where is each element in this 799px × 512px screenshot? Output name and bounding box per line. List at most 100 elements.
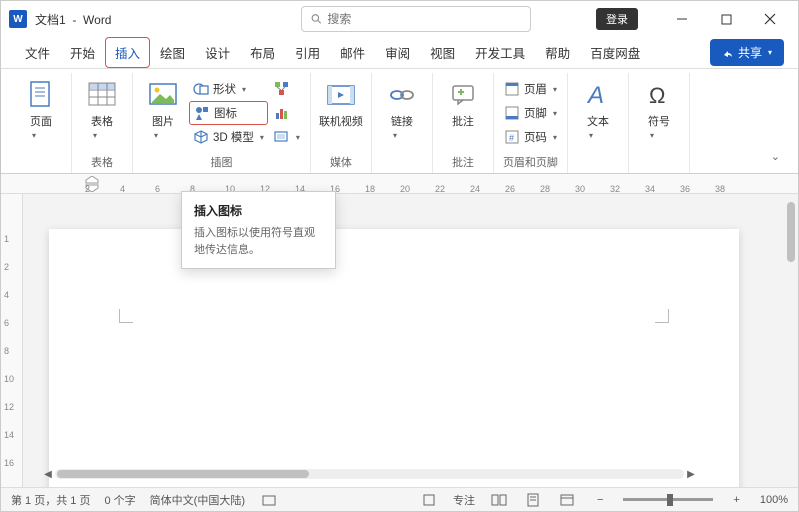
pictures-button[interactable]: 图片▾ bbox=[139, 77, 187, 143]
menu-百度网盘[interactable]: 百度网盘 bbox=[580, 37, 650, 68]
share-icon bbox=[722, 47, 734, 59]
document-title: 文档1 - Word bbox=[35, 11, 111, 28]
minimize-button[interactable] bbox=[662, 4, 702, 34]
margin-corner-icon bbox=[655, 309, 669, 323]
status-language[interactable]: 简体中文(中国大陆) bbox=[150, 492, 245, 508]
group-label-comments: 批注 bbox=[452, 151, 474, 173]
focus-icon[interactable] bbox=[419, 492, 439, 508]
symbol-icon: Ω bbox=[643, 79, 675, 111]
search-icon bbox=[310, 12, 323, 26]
pages-button[interactable]: 页面▾ bbox=[17, 77, 65, 143]
screenshot-icon bbox=[274, 129, 290, 145]
table-icon bbox=[86, 79, 118, 111]
screenshot-button[interactable]: ▾ bbox=[270, 125, 304, 149]
shapes-icon bbox=[193, 81, 209, 97]
3d-model-button[interactable]: 3D 模型▾ bbox=[189, 125, 268, 149]
scrollbar-thumb[interactable] bbox=[787, 202, 795, 262]
menu-绘图[interactable]: 绘图 bbox=[150, 37, 195, 68]
scroll-left-icon[interactable]: ◀ bbox=[41, 469, 55, 480]
word-app-icon: W bbox=[9, 10, 27, 28]
text-icon: A bbox=[582, 79, 614, 111]
header-icon bbox=[504, 81, 520, 97]
page-number-button[interactable]: #页码▾ bbox=[500, 125, 561, 149]
shapes-button[interactable]: 形状▾ bbox=[189, 77, 268, 101]
text-button[interactable]: A 文本▾ bbox=[574, 77, 622, 143]
scroll-right-icon[interactable]: ▶ bbox=[684, 469, 698, 480]
web-layout-icon[interactable] bbox=[557, 492, 577, 508]
icons-icon bbox=[194, 105, 210, 121]
document-area: 1246810121416 ◀ ▶ bbox=[1, 194, 798, 487]
status-page[interactable]: 第 1 页，共 1 页 bbox=[11, 492, 90, 508]
status-focus[interactable]: 专注 bbox=[453, 492, 475, 508]
menu-帮助[interactable]: 帮助 bbox=[535, 37, 580, 68]
menu-设计[interactable]: 设计 bbox=[195, 37, 240, 68]
group-label-links bbox=[400, 155, 403, 173]
title-bar: W 文档1 - Word 登录 bbox=[1, 1, 798, 37]
ribbon-collapse-button[interactable]: ⌄ bbox=[761, 139, 788, 173]
tooltip-title: 插入图标 bbox=[194, 202, 323, 219]
group-label-illustrations: 插图 bbox=[210, 151, 232, 173]
print-layout-icon[interactable] bbox=[523, 492, 543, 508]
zoom-level[interactable]: 100% bbox=[760, 494, 788, 506]
menu-布局[interactable]: 布局 bbox=[240, 37, 285, 68]
ribbon: 页面▾ 表格▾ 表格 图片▾ 形状▾ 图标 3D 模型▾ bbox=[1, 69, 798, 174]
status-bar: 第 1 页，共 1 页 0 个字 简体中文(中国大陆) 专注 − + 100% bbox=[1, 487, 798, 511]
symbols-button[interactable]: Ω 符号▾ bbox=[635, 77, 683, 143]
vertical-scrollbar[interactable] bbox=[786, 202, 796, 457]
zoom-slider[interactable] bbox=[623, 498, 713, 501]
header-button[interactable]: 页眉▾ bbox=[500, 77, 561, 101]
footer-icon bbox=[504, 105, 520, 121]
read-mode-icon[interactable] bbox=[489, 492, 509, 508]
menu-开发工具[interactable]: 开发工具 bbox=[465, 37, 535, 68]
menu-bar: 文件开始插入绘图设计布局引用邮件审阅视图开发工具帮助百度网盘 共享▾ bbox=[1, 37, 798, 69]
cube-icon bbox=[193, 129, 209, 145]
horizontal-scrollbar[interactable]: ◀ ▶ bbox=[41, 467, 698, 481]
links-button[interactable]: 链接▾ bbox=[378, 77, 426, 143]
zoom-out-button[interactable]: − bbox=[591, 494, 609, 506]
search-box[interactable] bbox=[301, 6, 531, 32]
horizontal-ruler[interactable]: 2468101214161820222426283032343638 bbox=[1, 174, 798, 194]
link-icon bbox=[386, 79, 418, 111]
picture-icon bbox=[147, 79, 179, 111]
menu-开始[interactable]: 开始 bbox=[60, 37, 105, 68]
pagenumber-icon: # bbox=[504, 129, 520, 145]
menu-文件[interactable]: 文件 bbox=[15, 37, 60, 68]
group-label-media: 媒体 bbox=[330, 151, 352, 173]
menu-视图[interactable]: 视图 bbox=[420, 37, 465, 68]
margin-corner-icon bbox=[119, 309, 133, 323]
login-button[interactable]: 登录 bbox=[596, 8, 638, 30]
vertical-ruler[interactable]: 1246810121416 bbox=[1, 194, 23, 487]
zoom-in-button[interactable]: + bbox=[727, 494, 745, 506]
smartart-icon bbox=[274, 81, 290, 97]
chart-button[interactable] bbox=[270, 101, 304, 125]
search-input[interactable] bbox=[327, 12, 522, 26]
menu-邮件[interactable]: 邮件 bbox=[330, 37, 375, 68]
svg-text:A: A bbox=[586, 82, 604, 109]
icons-button[interactable]: 图标 bbox=[189, 101, 268, 125]
svg-text:Ω: Ω bbox=[649, 83, 665, 108]
scrollbar-thumb[interactable] bbox=[57, 470, 309, 478]
close-button[interactable] bbox=[750, 4, 790, 34]
accessibility-icon[interactable] bbox=[259, 492, 279, 508]
footer-button[interactable]: 页脚▾ bbox=[500, 101, 561, 125]
svg-text:#: # bbox=[509, 133, 514, 143]
group-label-headerfooter: 页眉和页脚 bbox=[503, 151, 558, 173]
online-video-button[interactable]: 联机视频 bbox=[317, 77, 365, 131]
group-label-pages bbox=[39, 155, 42, 173]
comments-button[interactable]: 批注 bbox=[439, 77, 487, 131]
tooltip: 插入图标 插入图标以使用符号直观地传达信息。 bbox=[181, 191, 336, 269]
tooltip-body: 插入图标以使用符号直观地传达信息。 bbox=[194, 225, 323, 258]
smartart-button[interactable] bbox=[270, 77, 304, 101]
group-label-tables: 表格 bbox=[91, 151, 113, 173]
tables-button[interactable]: 表格▾ bbox=[78, 77, 126, 143]
status-word-count[interactable]: 0 个字 bbox=[104, 492, 135, 508]
share-button[interactable]: 共享▾ bbox=[710, 39, 784, 66]
pages-icon bbox=[25, 79, 57, 111]
maximize-button[interactable] bbox=[706, 4, 746, 34]
menu-审阅[interactable]: 审阅 bbox=[375, 37, 420, 68]
menu-引用[interactable]: 引用 bbox=[285, 37, 330, 68]
comment-icon bbox=[447, 79, 479, 111]
document-page[interactable] bbox=[49, 229, 739, 487]
menu-插入[interactable]: 插入 bbox=[105, 37, 150, 68]
chart-icon bbox=[274, 105, 290, 121]
